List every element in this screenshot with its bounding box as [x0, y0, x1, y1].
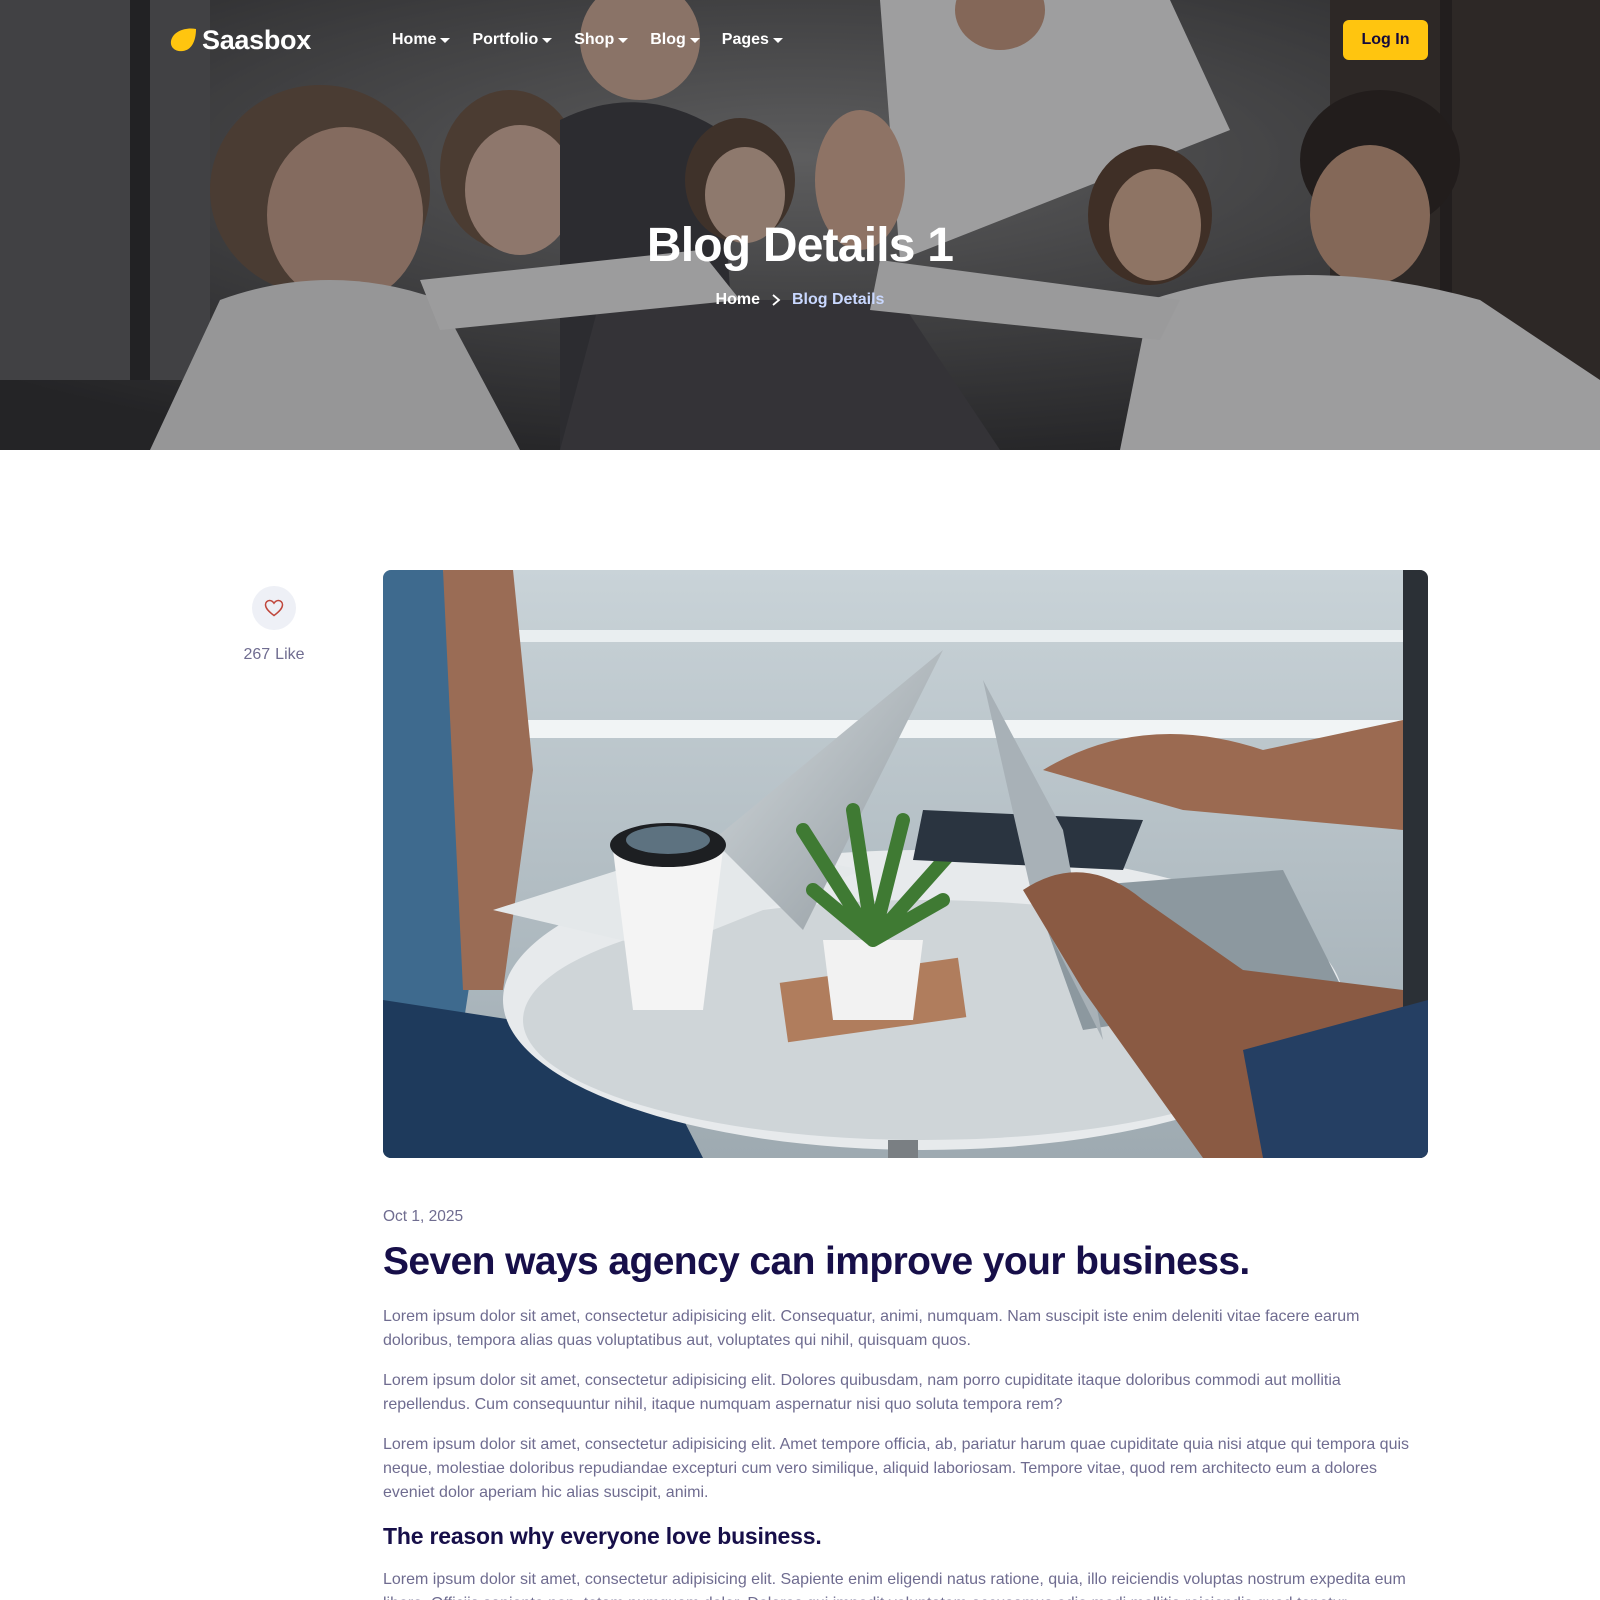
nav-item-pages[interactable]: Pages [722, 28, 783, 52]
nav-item-shop[interactable]: Shop [574, 28, 629, 52]
post-paragraph: Lorem ipsum dolor sit amet, consectetur … [383, 1570, 1406, 1600]
page-title: Blog Details 1 [646, 219, 954, 272]
main-nav: Home Portfolio Shop Blog Pages [392, 28, 805, 52]
logo-mark-icon [170, 28, 196, 52]
like-label: Like [275, 646, 305, 663]
nav-item-label: Portfolio [472, 31, 539, 48]
caret-down-icon [542, 37, 553, 43]
post-paragraph: Lorem ipsum dolor sit amet, consectetur … [383, 1435, 1410, 1501]
login-button[interactable]: Log In [1343, 20, 1428, 60]
caret-down-icon [689, 37, 700, 43]
logo[interactable]: Saasbox [170, 22, 311, 58]
breadcrumb-home-link[interactable]: Home [716, 291, 760, 309]
nav-item-portfolio[interactable]: Portfolio [472, 28, 553, 52]
caret-down-icon [440, 37, 451, 43]
caret-down-icon [772, 37, 783, 43]
top-navbar: Saasbox Home Portfolio Shop Blog Pages L… [0, 0, 1600, 80]
nav-item-label: Shop [574, 31, 615, 48]
like-count-text: 267 Like [232, 646, 316, 664]
breadcrumb: Home Blog Details [0, 291, 1600, 309]
post-paragraph: Lorem ipsum dolor sit amet, consectetur … [383, 1371, 1341, 1413]
hero-banner: Saasbox Home Portfolio Shop Blog Pages L… [0, 0, 1600, 450]
post-subheading: The reason why everyone love business. [383, 1522, 822, 1549]
heart-icon [264, 599, 284, 617]
like-button[interactable] [252, 586, 296, 630]
nav-item-label: Home [392, 31, 437, 48]
like-count: 267 [243, 646, 271, 663]
nav-item-label: Blog [650, 31, 686, 48]
featured-image [383, 570, 1428, 1158]
logo-text: Saasbox [202, 24, 311, 55]
post-title: Seven ways agency can improve your busin… [383, 1240, 1250, 1283]
nav-item-blog[interactable]: Blog [650, 28, 700, 52]
post-paragraph: Lorem ipsum dolor sit amet, consectetur … [383, 1307, 1360, 1349]
blog-article: Oct 1, 2025 Seven ways agency can improv… [383, 1208, 1428, 1600]
breadcrumb-current: Blog Details [791, 291, 885, 308]
like-widget: 267 Like [232, 586, 316, 664]
caret-down-icon [618, 37, 629, 43]
nav-item-label: Pages [721, 31, 769, 48]
chevron-right-icon [772, 294, 781, 306]
post-date: Oct 1, 2025 [383, 1208, 464, 1225]
workspace-photo [383, 570, 1428, 1158]
nav-item-home[interactable]: Home [392, 28, 451, 52]
